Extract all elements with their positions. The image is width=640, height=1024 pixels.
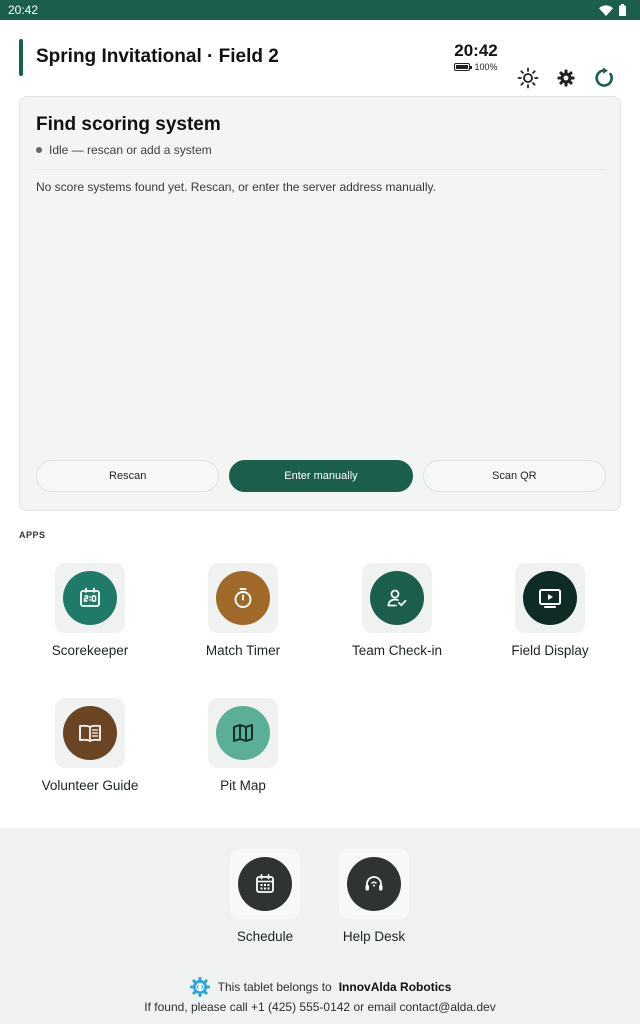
system-status-bar: 20:42 — [0, 0, 640, 20]
app-label: Scorekeeper — [51, 643, 129, 658]
headset-icon — [365, 876, 383, 891]
battery-status-icon — [619, 4, 626, 16]
apps-section-label: APPS — [19, 530, 46, 540]
app-icon-circle — [63, 706, 117, 760]
dock-icon-circle — [347, 857, 401, 911]
sun-icon — [517, 67, 539, 89]
dock-app-schedule[interactable]: Schedule — [210, 849, 320, 944]
app-tile — [208, 563, 278, 633]
app-tile — [208, 698, 278, 768]
app-team-check-in[interactable]: Team Check-in — [322, 563, 472, 658]
scoreboard-icon — [80, 587, 100, 607]
contact-info: If found, please call +1 (425) 555-0142 … — [144, 1000, 496, 1014]
app-header: Spring Invitational · Field 2 20:42 100% — [0, 20, 640, 96]
status-dot — [36, 147, 42, 153]
app-match-timer[interactable]: Match Timer — [168, 563, 318, 658]
app-icon-circle — [216, 571, 270, 625]
app-label: Team Check-in — [351, 643, 443, 658]
card-actions: Rescan Enter manually Scan QR — [36, 460, 606, 492]
settings-button[interactable] — [552, 64, 580, 92]
dock-label: Schedule — [236, 929, 294, 944]
owner-prefix: This tablet belongs to — [217, 980, 332, 994]
gear-icon — [557, 69, 575, 87]
app-icon-circle — [523, 571, 577, 625]
app-tile — [515, 563, 585, 633]
dock-app-help-desk[interactable]: Help Desk — [319, 849, 429, 944]
status-time: 20:42 — [8, 3, 39, 17]
app-tile — [362, 563, 432, 633]
enter-manually-button[interactable]: Enter manually — [229, 460, 413, 492]
battery-indicator: 100% — [450, 62, 502, 72]
dock-label: Help Desk — [342, 929, 406, 944]
app-field-display[interactable]: Field Display — [475, 563, 625, 658]
app-pit-map[interactable]: Pit Map — [168, 698, 318, 793]
owner-name: InnovAlda Robotics — [338, 980, 452, 994]
dock-tile — [339, 849, 409, 919]
app-label: Field Display — [511, 643, 589, 658]
app-tile — [55, 563, 125, 633]
book-icon — [79, 724, 101, 742]
person-check-icon — [387, 589, 407, 607]
status-text: Idle — rescan or add a system — [49, 143, 212, 157]
page-title: Spring Invitational · Field 2 — [36, 46, 279, 67]
app-scorekeeper[interactable]: Scorekeeper — [15, 563, 165, 658]
rescan-button[interactable]: Rescan — [36, 460, 220, 492]
battery-level: 100% — [474, 62, 498, 72]
clock-time: 20:42 — [454, 41, 498, 60]
app-label: Match Timer — [205, 643, 281, 658]
map-icon — [233, 724, 253, 742]
calendar-icon — [256, 874, 274, 893]
find-scoring-card: Find scoring system Idle — rescan or add… — [19, 96, 621, 511]
theme-toggle-button[interactable] — [514, 64, 542, 92]
dock-icon-circle — [238, 857, 292, 911]
app-tile — [55, 698, 125, 768]
app-icon-circle — [370, 571, 424, 625]
empty-message: No score systems found yet. Rescan, or e… — [36, 180, 436, 194]
app-icon-circle — [216, 706, 270, 760]
refresh-icon — [595, 67, 613, 87]
footer-panel: Schedule Help Desk This tablet belongs t… — [0, 828, 640, 1024]
dock-tile — [230, 849, 300, 919]
app-volunteer-guide[interactable]: Volunteer Guide — [15, 698, 165, 793]
scan-status: Idle — rescan or add a system — [36, 143, 212, 157]
wifi-icon — [599, 4, 613, 16]
owner-line: This tablet belongs to InnovAlda Robotic… — [0, 976, 640, 998]
app-icon-circle — [63, 571, 117, 625]
refresh-button[interactable] — [590, 64, 618, 92]
header-accent-bar — [19, 39, 23, 76]
scan-qr-button[interactable]: Scan QR — [422, 460, 606, 492]
app-label: Volunteer Guide — [41, 778, 139, 793]
app-label: Pit Map — [220, 778, 266, 793]
card-title: Find scoring system — [36, 114, 221, 135]
monitor-play-icon — [539, 589, 561, 608]
badge-logo-icon — [189, 977, 210, 997]
stopwatch-icon — [234, 588, 252, 608]
card-divider — [36, 169, 604, 170]
battery-icon — [454, 63, 473, 71]
header-clock: 20:42 100% — [450, 41, 502, 73]
